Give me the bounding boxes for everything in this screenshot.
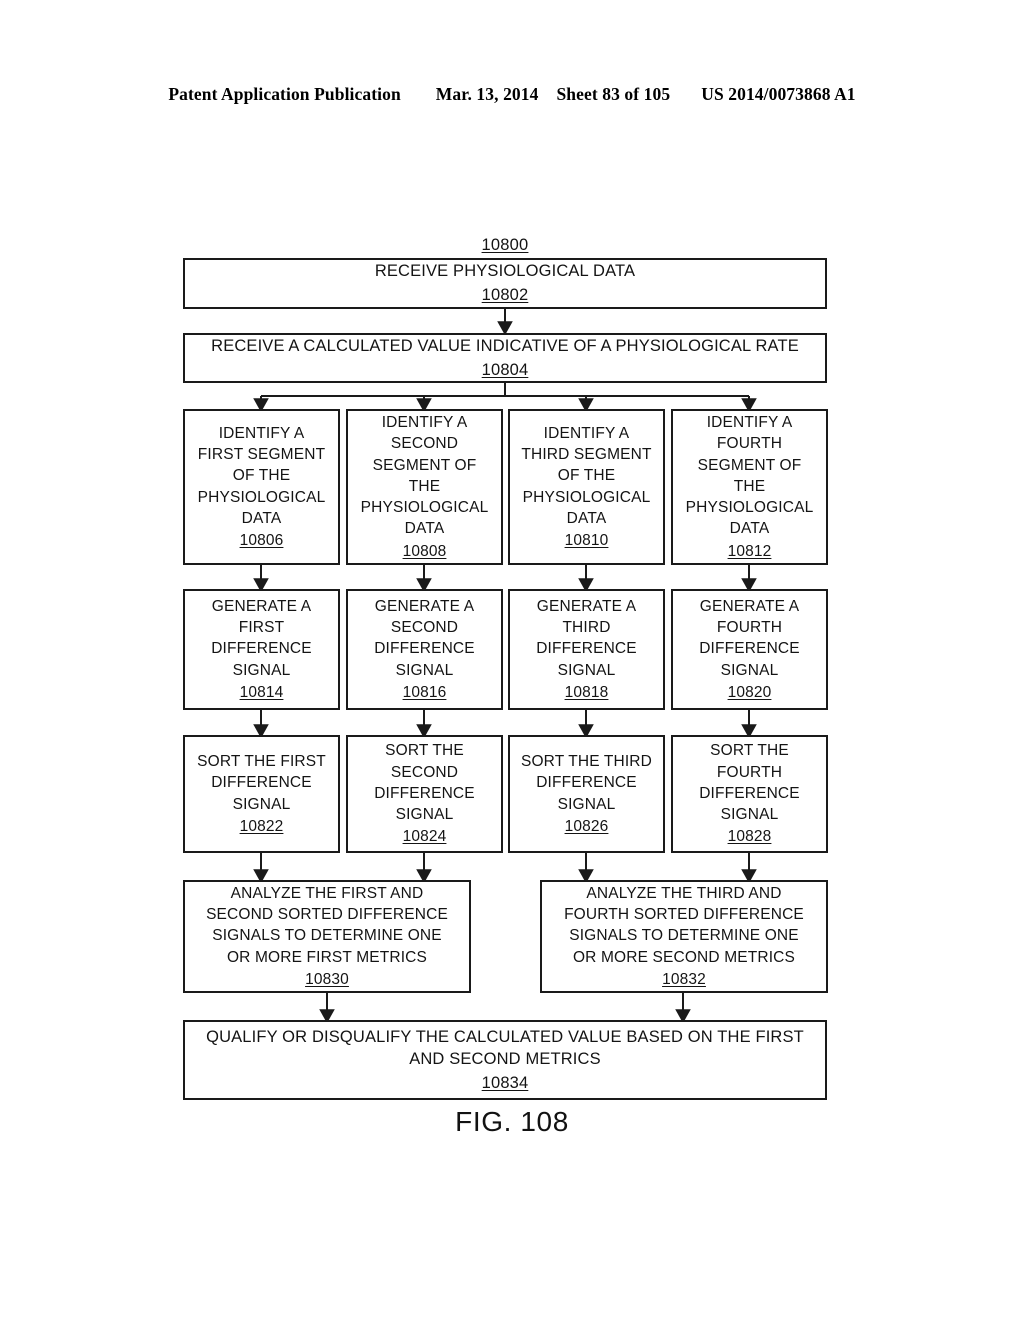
node-identify-fourth-segment: IDENTIFY A FOURTH SEGMENT OF THE PHYSIOL… [671, 409, 828, 565]
figure-caption: FIG. 108 [455, 1106, 569, 1137]
node-analyze-first-second-metrics: ANALYZE THE FIRST AND SECOND SORTED DIFF… [183, 880, 471, 993]
node-reference: 10824 [402, 828, 447, 846]
node-sort-third-difference-signal: SORT THE THIRD DIFFERENCE SIGNAL 10826 [508, 735, 665, 853]
node-text: IDENTIFY A FIRST SEGMENT OF THE PHYSIOLO… [197, 424, 326, 527]
node-text: SORT THE FOURTH DIFFERENCE SIGNAL [699, 742, 800, 824]
node-receive-physiological-data: RECEIVE PHYSIOLOGICAL DATA 10802 [183, 258, 827, 309]
node-text: IDENTIFY A SECOND SEGMENT OF THE PHYSIOL… [360, 414, 489, 538]
node-text: GENERATE A THIRD DIFFERENCE SIGNAL [536, 597, 637, 679]
node-reference: 10808 [402, 542, 447, 560]
node-text: SORT THE SECOND DIFFERENCE SIGNAL [374, 742, 475, 824]
node-text: IDENTIFY A FOURTH SEGMENT OF THE PHYSIOL… [685, 414, 814, 538]
node-sort-fourth-difference-signal: SORT THE FOURTH DIFFERENCE SIGNAL 10828 [671, 735, 828, 853]
node-reference: 10812 [727, 542, 772, 560]
node-text: GENERATE A SECOND DIFFERENCE SIGNAL [374, 597, 475, 679]
node-text: GENERATE A FIRST DIFFERENCE SIGNAL [211, 597, 312, 679]
node-text: RECEIVE A CALCULATED VALUE INDICATIVE OF… [211, 336, 799, 355]
node-reference: 10816 [402, 683, 447, 701]
node-identify-first-segment: IDENTIFY A FIRST SEGMENT OF THE PHYSIOLO… [183, 409, 340, 565]
node-qualify-or-disqualify: QUALIFY OR DISQUALIFY THE CALCULATED VAL… [183, 1020, 827, 1100]
node-reference: 10828 [727, 828, 772, 846]
node-reference: 10830 [305, 970, 349, 988]
node-receive-calculated-value: RECEIVE A CALCULATED VALUE INDICATIVE OF… [183, 333, 827, 383]
node-generate-third-difference-signal: GENERATE A THIRD DIFFERENCE SIGNAL 10818 [508, 589, 665, 710]
node-generate-fourth-difference-signal: GENERATE A FOURTH DIFFERENCE SIGNAL 1082… [671, 589, 828, 710]
node-analyze-third-fourth-metrics: ANALYZE THE THIRD AND FOURTH SORTED DIFF… [540, 880, 828, 993]
node-reference: 10826 [564, 817, 609, 835]
node-reference: 10834 [481, 1073, 529, 1092]
node-reference: 10806 [239, 531, 284, 549]
figure-overall-reference: 10800 [481, 236, 529, 254]
node-reference: 10820 [727, 683, 772, 701]
node-generate-first-difference-signal: GENERATE A FIRST DIFFERENCE SIGNAL 10814 [183, 589, 340, 710]
node-reference: 10804 [481, 360, 529, 379]
node-text: ANALYZE THE FIRST AND SECOND SORTED DIFF… [206, 884, 448, 966]
node-reference: 10818 [564, 683, 609, 701]
patent-figure: 10800 RECEIVE PHYSIOLOGICAL DATA 10802 R… [0, 0, 1024, 1320]
node-reference: 10822 [239, 817, 284, 835]
node-text: QUALIFY OR DISQUALIFY THE CALCULATED VAL… [206, 1027, 804, 1069]
node-text: RECEIVE PHYSIOLOGICAL DATA [374, 262, 636, 281]
node-reference: 10814 [239, 683, 284, 701]
node-identify-third-segment: IDENTIFY A THIRD SEGMENT OF THE PHYSIOLO… [508, 409, 665, 565]
node-sort-first-difference-signal: SORT THE FIRST DIFFERENCE SIGNAL 10822 [183, 735, 340, 853]
node-text: ANALYZE THE THIRD AND FOURTH SORTED DIFF… [564, 884, 804, 966]
node-reference: 10802 [481, 286, 529, 304]
node-text: SORT THE FIRST DIFFERENCE SIGNAL [197, 753, 326, 813]
node-text: SORT THE THIRD DIFFERENCE SIGNAL [520, 753, 652, 813]
node-generate-second-difference-signal: GENERATE A SECOND DIFFERENCE SIGNAL 1081… [346, 589, 503, 710]
node-text: GENERATE A FOURTH DIFFERENCE SIGNAL [699, 597, 800, 679]
node-text: IDENTIFY A THIRD SEGMENT OF THE PHYSIOLO… [521, 424, 652, 527]
node-reference: 10832 [662, 970, 706, 988]
node-sort-second-difference-signal: SORT THE SECOND DIFFERENCE SIGNAL 10824 [346, 735, 503, 853]
node-reference: 10810 [564, 531, 609, 549]
node-identify-second-segment: IDENTIFY A SECOND SEGMENT OF THE PHYSIOL… [346, 409, 503, 565]
